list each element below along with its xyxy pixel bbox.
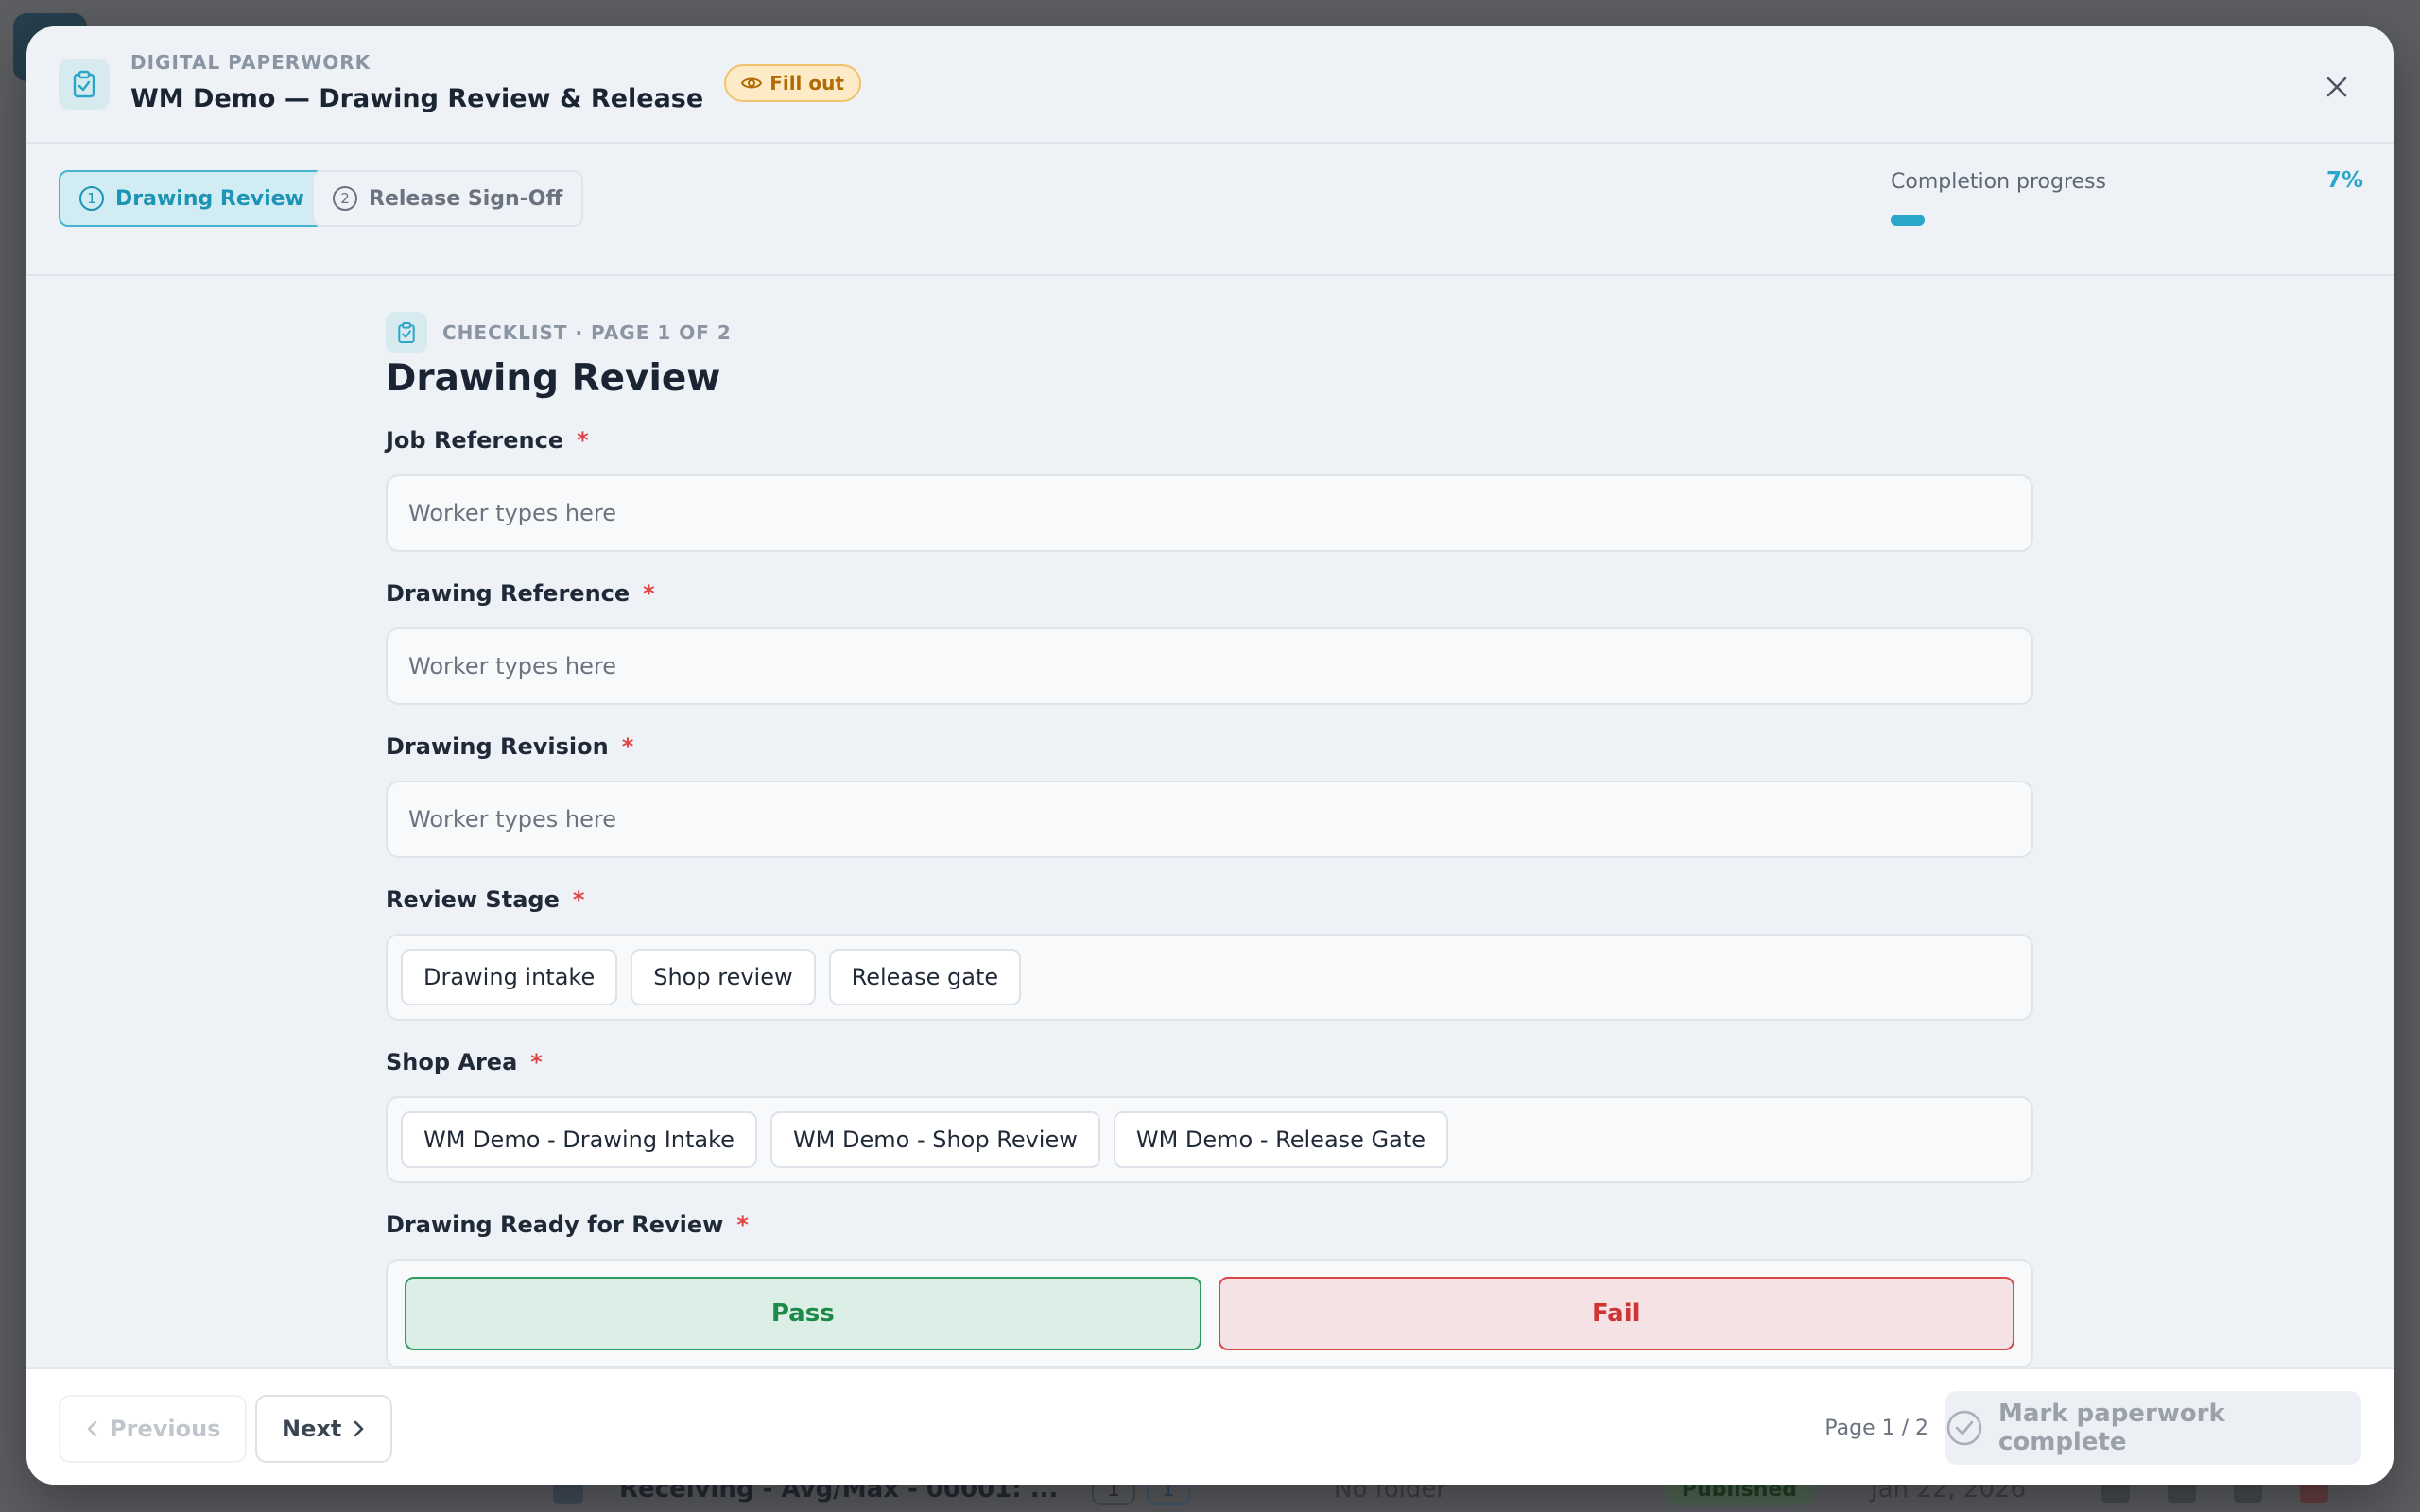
shop-area-options: WM Demo - Drawing Intake WM Demo - Shop … — [386, 1096, 2033, 1183]
field-label: Drawing Reference * — [386, 578, 2033, 609]
header-text: DIGITAL PAPERWORK WM Demo — Drawing Revi… — [130, 51, 861, 117]
paperwork-modal: DIGITAL PAPERWORK WM Demo — Drawing Revi… — [26, 26, 2394, 1485]
modal-footer: Previous Next Page 1 / 2 Mark paperwork … — [26, 1367, 2394, 1485]
option-shop-area-shop-review[interactable]: WM Demo - Shop Review — [769, 1111, 1100, 1168]
required-marker: * — [736, 1211, 749, 1238]
field-label-text: Drawing Reference — [386, 580, 631, 607]
section-kicker: CHECKLIST · PAGE 1 OF 2 — [442, 321, 732, 344]
mark-complete-label: Mark paperwork complete — [1997, 1400, 2225, 1456]
page-tabs-bar: 1 Drawing Review 2 Release Sign-Off Comp… — [26, 144, 2394, 276]
mode-badge: Fill out — [724, 64, 861, 102]
field-label: Drawing Ready for Review * — [386, 1210, 2033, 1240]
modal-title: WM Demo — Drawing Review & Release — [130, 83, 704, 113]
field-job-reference: Job Reference * — [386, 425, 2033, 552]
field-label-text: Shop Area — [386, 1049, 518, 1075]
header-title-row: WM Demo — Drawing Review & Release Fill … — [130, 64, 861, 117]
close-button[interactable] — [2318, 68, 2356, 106]
pass-button[interactable]: Pass — [405, 1277, 1201, 1350]
field-label: Drawing Revision * — [386, 731, 2033, 762]
next-button[interactable]: Next — [255, 1395, 393, 1463]
required-marker: * — [621, 733, 634, 760]
page-indicator: Page 1 / 2 — [1824, 1417, 1928, 1440]
review-stage-options: Drawing intake Shop review Release gate — [386, 934, 2033, 1021]
previous-label: Previous — [110, 1416, 221, 1442]
job-reference-input[interactable] — [386, 474, 2033, 552]
drawing-revision-input[interactable] — [386, 781, 2033, 858]
field-shop-area: Shop Area * WM Demo - Drawing Intake WM … — [386, 1047, 2033, 1183]
required-marker: * — [572, 886, 585, 913]
field-label-text: Job Reference — [386, 427, 564, 454]
field-label: Review Stage * — [386, 885, 2033, 915]
required-marker: * — [643, 580, 655, 607]
check-circle-icon — [1946, 1410, 1982, 1446]
tab-number: 2 — [333, 186, 357, 211]
progress-percent: 7% — [2325, 168, 2363, 193]
option-shop-area-release-gate[interactable]: WM Demo - Release Gate — [1113, 1111, 1449, 1168]
mode-badge-label: Fill out — [769, 72, 844, 94]
modal-header: DIGITAL PAPERWORK WM Demo — Drawing Revi… — [26, 26, 2394, 144]
progress-label: Completion progress — [1891, 170, 2106, 194]
option-release-gate[interactable]: Release gate — [828, 949, 1022, 1005]
close-icon — [2326, 77, 2347, 97]
tab-drawing-review[interactable]: 1 Drawing Review — [59, 170, 325, 227]
clipboard-check-icon — [59, 59, 110, 110]
clipboard-check-icon — [386, 312, 427, 353]
tab-release-sign-off[interactable]: 2 Release Sign-Off — [312, 170, 584, 227]
field-drawing-ready: Drawing Ready for Review * Pass Fail — [386, 1210, 2033, 1368]
completion-progress: Completion progress 7% — [1891, 168, 2363, 226]
field-label-text: Drawing Ready for Review — [386, 1211, 724, 1238]
fail-button[interactable]: Fail — [1218, 1277, 2014, 1350]
section-title: Drawing Review — [386, 357, 721, 400]
tab-number: 1 — [79, 186, 104, 211]
next-label: Next — [282, 1416, 342, 1442]
section-kicker-row: CHECKLIST · PAGE 1 OF 2 — [386, 312, 732, 353]
field-label: Shop Area * — [386, 1047, 2033, 1077]
form-scroll-area[interactable]: CHECKLIST · PAGE 1 OF 2 Drawing Review J… — [26, 278, 2394, 1393]
tab-label: Drawing Review — [115, 186, 304, 211]
field-drawing-reference: Drawing Reference * — [386, 578, 2033, 705]
mark-complete-button[interactable]: Mark paperwork complete — [1945, 1391, 2361, 1465]
option-shop-area-drawing-intake[interactable]: WM Demo - Drawing Intake — [401, 1111, 757, 1168]
required-marker: * — [530, 1049, 543, 1075]
option-drawing-intake[interactable]: Drawing intake — [401, 949, 618, 1005]
chevron-left-icon — [87, 1420, 97, 1437]
eye-icon — [741, 77, 763, 89]
previous-button[interactable]: Previous — [59, 1395, 248, 1463]
field-review-stage: Review Stage * Drawing intake Shop revie… — [386, 885, 2033, 1021]
field-drawing-revision: Drawing Revision * — [386, 731, 2033, 858]
tab-label: Release Sign-Off — [369, 186, 563, 211]
progress-bar — [1891, 215, 2363, 226]
chevron-right-icon — [354, 1420, 364, 1437]
required-marker: * — [577, 427, 589, 454]
field-label: Job Reference * — [386, 425, 2033, 455]
pass-fail-group: Pass Fail — [386, 1259, 2033, 1368]
field-label-text: Review Stage — [386, 886, 560, 913]
field-label-text: Drawing Revision — [386, 733, 609, 760]
option-shop-review[interactable]: Shop review — [631, 949, 816, 1005]
drawing-reference-input[interactable] — [386, 627, 2033, 705]
progress-fill — [1891, 215, 1925, 226]
